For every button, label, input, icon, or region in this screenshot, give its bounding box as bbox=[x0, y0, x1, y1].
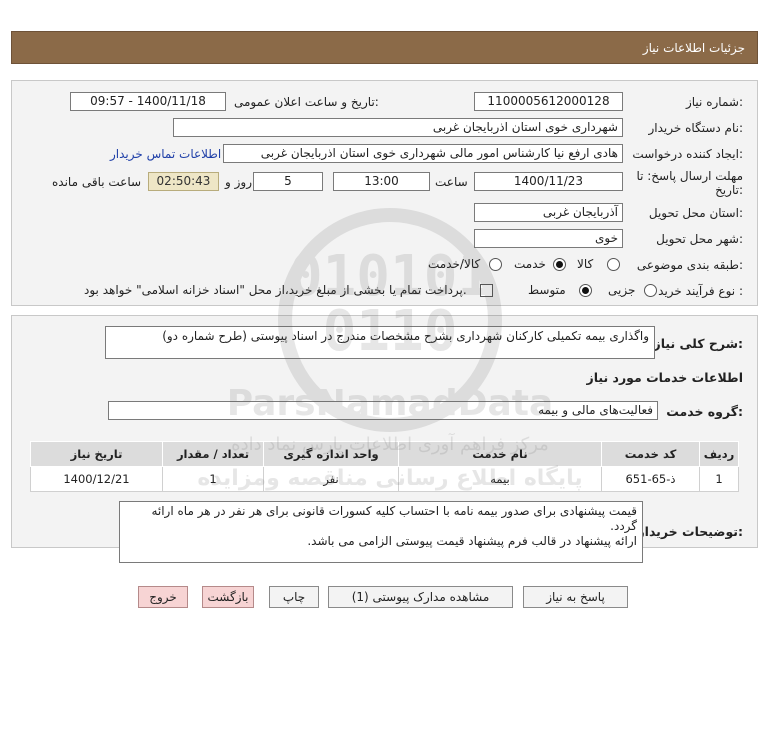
table-header-row: ردیف کد خدمت نام خدمت واحد اندازه گیری ت… bbox=[30, 441, 739, 467]
buyer-contact-link[interactable]: اطلاعات تماس خریدار bbox=[110, 147, 221, 161]
city-field: خوی bbox=[474, 229, 623, 248]
remaining-label: ساعت باقی مانده bbox=[52, 175, 142, 189]
process-option-minor: جزیی bbox=[608, 283, 636, 297]
need-number-label: شماره نیاز: bbox=[685, 95, 743, 109]
services-heading: اطلاعات خدمات مورد نیاز bbox=[586, 370, 744, 385]
announce-field: 1400/11/18 - 09:57 bbox=[70, 92, 226, 111]
col-header-service-name: نام خدمت bbox=[398, 441, 602, 467]
cell-unit: نفر bbox=[263, 466, 399, 492]
category-radio-service[interactable] bbox=[553, 258, 566, 271]
summary-field: واگذاری بیمه تکمیلی کارکنان شهرداری بشرح… bbox=[105, 326, 655, 359]
need-number-field: 1100005612000128 bbox=[474, 92, 623, 111]
process-radio-medium[interactable] bbox=[579, 284, 592, 297]
deadline-date-field: 1400/11/23 bbox=[474, 172, 623, 191]
buyer-notes-label: توضیحات خریدار: bbox=[637, 524, 743, 539]
col-header-unit: واحد اندازه گیری bbox=[263, 441, 399, 467]
buyer-notes-line-1: قیمت پیشنهادی برای صدور بیمه نامه با احت… bbox=[151, 504, 637, 533]
buyer-notes-line-2: ارائه پیشنهاد در قالب فرم پیشنهاد قیمت پ… bbox=[307, 534, 637, 548]
exit-button[interactable]: خروج bbox=[138, 586, 188, 608]
page-header: جزئیات اطلاعات نیاز bbox=[11, 31, 758, 64]
buyer-notes-field: قیمت پیشنهادی برای صدور بیمه نامه با احت… bbox=[119, 501, 643, 563]
announce-label: تاریخ و ساعت اعلان عمومی: bbox=[234, 95, 379, 109]
deadline-time-label: ساعت bbox=[435, 175, 468, 189]
province-label: استان محل تحویل: bbox=[648, 206, 743, 220]
buyer-org-label: نام دستگاه خریدار: bbox=[648, 121, 744, 135]
treasury-payment-checkbox[interactable] bbox=[480, 284, 493, 297]
city-label: شهر محل تحویل: bbox=[656, 232, 743, 246]
cell-quantity: 1 bbox=[162, 466, 264, 492]
days-label: روز و bbox=[225, 175, 252, 189]
requester-label: ایجاد کننده درخواست: bbox=[632, 147, 743, 161]
cell-row-number: 1 bbox=[699, 466, 739, 492]
need-details-panel: شرح کلی نیاز: واگذاری بیمه تکمیلی کارکنا… bbox=[11, 315, 758, 563]
cell-service-code: ذ-65-651 bbox=[601, 466, 700, 492]
process-label: نوع فرآیند خرید : bbox=[658, 284, 743, 298]
col-header-quantity: تعداد / مقدار bbox=[162, 441, 264, 467]
page-title: جزئیات اطلاعات نیاز bbox=[642, 41, 745, 55]
reply-button[interactable]: پاسخ به نیاز bbox=[523, 586, 628, 608]
category-label: طبقه بندی موضوعی: bbox=[636, 258, 743, 272]
treasury-payment-note: پرداخت تمام یا بخشی از مبلغ خرید،از محل … bbox=[84, 283, 467, 297]
requester-field: هادی ارفع نیا کارشناس امور مالی شهرداری … bbox=[223, 144, 623, 163]
category-radio-goods-service[interactable] bbox=[489, 258, 502, 271]
deadline-label: مهلت ارسال پاسخ: تا bbox=[636, 169, 743, 183]
buyer-org-field: شهرداری خوی استان اذربایجان غربی bbox=[173, 118, 623, 137]
cell-service-name: بیمه bbox=[398, 466, 602, 492]
days-field: 5 bbox=[253, 172, 323, 191]
province-field: آذربایجان غربی bbox=[474, 203, 623, 222]
service-group-label: گروه خدمت: bbox=[666, 404, 743, 419]
table-row: 1 ذ-65-651 بیمه نفر 1 1400/12/21 bbox=[30, 466, 739, 492]
category-radio-goods[interactable] bbox=[607, 258, 620, 271]
deadline-label-date: تاریخ: bbox=[715, 183, 743, 197]
process-option-medium: متوسط bbox=[528, 283, 566, 297]
view-attachments-button[interactable]: مشاهده مدارک پیوستی (1) bbox=[328, 586, 513, 608]
category-option-goods-service: کالا/خدمت bbox=[428, 257, 481, 271]
need-info-panel: شماره نیاز: 1100005612000128 تاریخ و ساع… bbox=[11, 80, 758, 306]
services-table: ردیف کد خدمت نام خدمت واحد اندازه گیری ت… bbox=[30, 441, 739, 492]
category-option-service: خدمت bbox=[514, 257, 546, 271]
back-button[interactable]: بازگشت bbox=[202, 586, 254, 608]
col-header-row-number: ردیف bbox=[699, 441, 739, 467]
remaining-timer: 02:50:43 bbox=[148, 172, 219, 191]
category-option-goods: کالا bbox=[577, 257, 594, 271]
col-header-service-code: کد خدمت bbox=[601, 441, 700, 467]
print-button[interactable]: چاپ bbox=[269, 586, 319, 608]
process-radio-minor[interactable] bbox=[644, 284, 657, 297]
col-header-need-date: تاریخ نیاز bbox=[30, 441, 163, 467]
summary-label: شرح کلی نیاز: bbox=[653, 336, 744, 351]
cell-need-date: 1400/12/21 bbox=[30, 466, 163, 492]
service-group-field: فعالیت‌های مالی و بیمه bbox=[108, 401, 658, 420]
deadline-time-field: 13:00 bbox=[333, 172, 430, 191]
